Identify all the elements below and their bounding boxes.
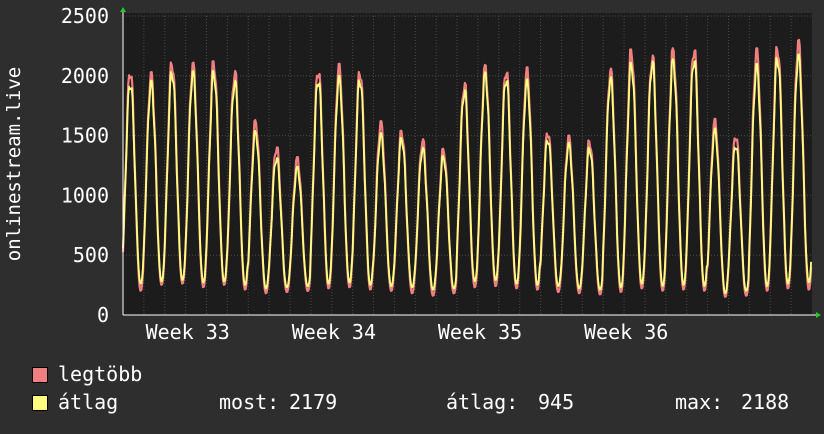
y-axis-arrow-icon	[120, 7, 126, 12]
stat-max-value: 2188	[741, 390, 790, 414]
y-tick-label: 1500	[61, 124, 109, 148]
stat-atlag-label: átlag:	[446, 390, 519, 414]
x-tick-labels: Week 33 Week 34 Week 35 Week 36	[146, 320, 669, 344]
y-tick-label: 1000	[61, 183, 109, 207]
legend-swatch-atlag	[32, 395, 48, 411]
y-tick-label: 2500	[61, 4, 109, 28]
stat-atlag-value: 945	[538, 390, 575, 414]
stat-most-value: 2179	[289, 390, 338, 414]
legend-label-legtobb: legtöbb	[58, 362, 143, 386]
y-tick-label: 500	[73, 243, 109, 267]
x-axis-arrow-icon	[816, 312, 821, 318]
y-tick-label: 2000	[61, 64, 109, 88]
stat-max-label: max:	[675, 390, 724, 414]
legend-label-atlag: átlag	[58, 390, 119, 414]
y-axis-label: onlinestream.live	[3, 67, 25, 261]
y-tick-label: 0	[97, 303, 109, 327]
x-tick-label: Week 35	[438, 320, 522, 344]
x-tick-label: Week 33	[146, 320, 230, 344]
x-tick-label: Week 36	[584, 320, 668, 344]
y-tick-labels: 0 500 1000 1500 2000 2500	[61, 4, 109, 327]
chart-container: 0 500 1000 1500 2000 2500 Week 33 Week 34 Week …	[0, 0, 824, 430]
stat-most-label: most:	[219, 390, 280, 414]
x-tick-label: Week 34	[292, 320, 376, 344]
legend-swatch-legtobb	[32, 367, 48, 383]
